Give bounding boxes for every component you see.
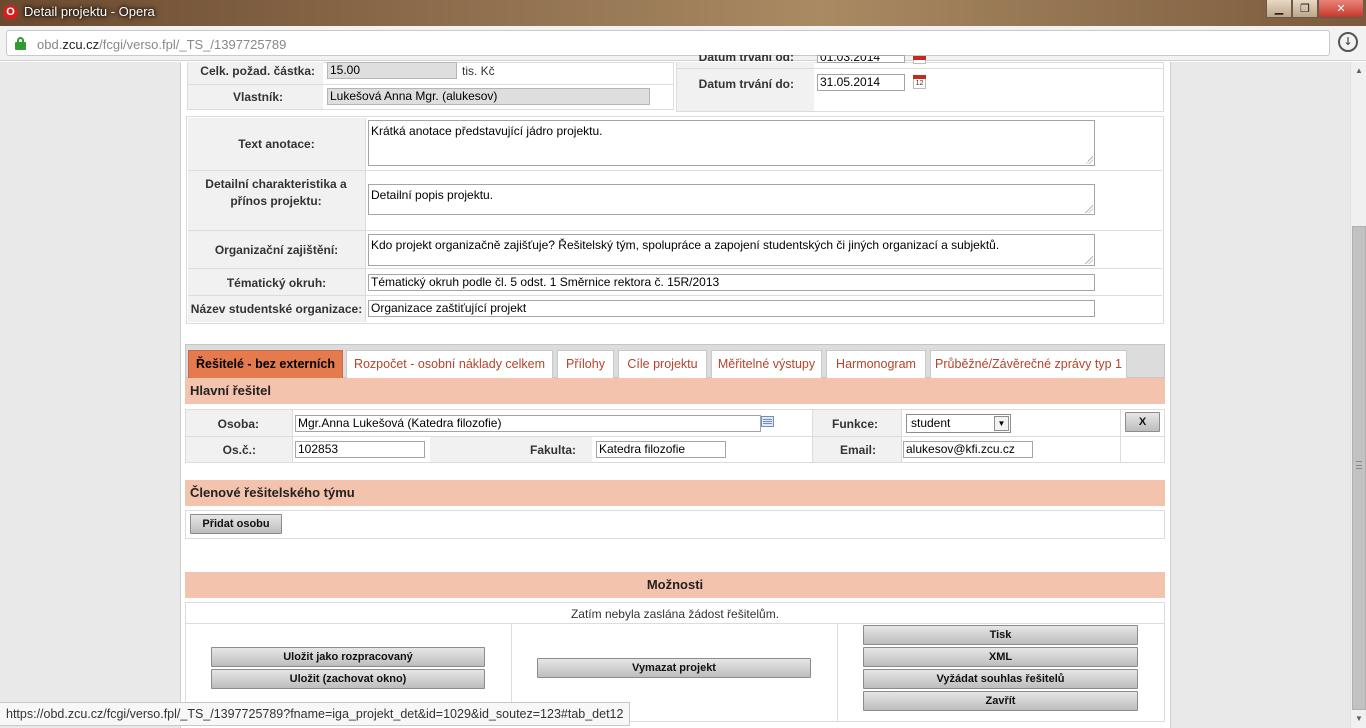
id-label: Os.č.: — [222, 443, 256, 457]
org-label: Organizační zajištění: — [214, 243, 339, 257]
detail-textarea[interactable]: Detailní popis projektu. — [368, 184, 1095, 215]
person-label: Osoba: — [217, 417, 259, 431]
vertical-scrollbar[interactable]: ▲ ▼ — [1350, 62, 1366, 728]
window-controls: ▁ ❐ ✕ — [1266, 0, 1364, 20]
owner-label: Vlastník: — [232, 90, 283, 104]
team-panel — [185, 510, 1165, 539]
save-keep-button[interactable]: Uložit (zachovat okno) — [211, 669, 485, 689]
person-field[interactable]: Mgr.Anna Lukešová (Katedra filozofie) — [295, 415, 761, 432]
student-org-label: Název studentské organizace: — [190, 302, 363, 316]
xml-button[interactable]: XML — [863, 647, 1138, 667]
function-select[interactable]: student ▼ — [906, 414, 1011, 433]
amount-unit: tis. Kč — [462, 64, 495, 78]
function-label: Funkce: — [831, 417, 878, 431]
faculty-field[interactable]: Katedra filozofie — [596, 441, 726, 458]
close-button[interactable]: Zavřít — [863, 691, 1138, 711]
status-bar-url: https://obd.zcu.cz/fcgi/verso.fpl/_TS_/1… — [0, 702, 631, 726]
window-titlebar: O Detail projektu - Opera ▁ ❐ ✕ — [0, 0, 1366, 26]
email-label: Email: — [839, 443, 876, 457]
delete-project-button[interactable]: Vymazat projekt — [537, 658, 811, 678]
person-lookup-icon[interactable] — [761, 416, 774, 427]
detail-label: Detailní charakteristika a přínos projek… — [205, 177, 347, 208]
main-researcher-heading: Hlavní řešitel — [185, 378, 1165, 404]
annotation-textarea[interactable]: Krátká anotace představující jádro proje… — [368, 120, 1095, 166]
request-notice: Zatím nebyla zaslána žádost řešitelům. — [570, 607, 780, 621]
tab-reports[interactable]: Průběžné/Závěrečné zprávy typ 1 — [930, 350, 1127, 379]
lock-icon[interactable] — [15, 37, 26, 50]
remove-researcher-button[interactable]: X — [1125, 412, 1160, 432]
owner-field[interactable]: Lukešová Anna Mgr. (alukesov) — [327, 88, 650, 105]
student-org-field[interactable]: Organizace zaštiťující projekt — [368, 300, 1095, 317]
scroll-up-icon[interactable]: ▲ — [1351, 64, 1366, 78]
tab-goals[interactable]: Cíle projektu — [618, 350, 707, 379]
date-to-label: Datum trvání do: — [698, 77, 794, 91]
team-heading: Členové řešitelského týmu — [185, 480, 1165, 506]
amount-field[interactable]: 15.00 — [327, 62, 457, 79]
print-button[interactable]: Tisk — [863, 625, 1138, 645]
options-heading: Možnosti — [185, 572, 1165, 598]
annotation-label: Text anotace: — [238, 137, 315, 151]
date-to-calendar-icon[interactable]: 12 — [913, 75, 926, 89]
scroll-down-icon[interactable]: ▼ — [1351, 712, 1366, 726]
tab-schedule[interactable]: Harmonogram — [826, 350, 926, 379]
tab-outputs[interactable]: Měřitelné výstupy — [711, 350, 822, 379]
id-field[interactable]: 102853 — [295, 441, 425, 458]
email-field[interactable]: alukesov@kfi.zcu.cz — [903, 441, 1033, 458]
minimize-button[interactable]: ▁ — [1266, 0, 1292, 18]
window-title: Detail projektu - Opera — [24, 4, 155, 19]
date-from-label: Datum trvání od: — [698, 55, 794, 63]
chevron-down-icon[interactable]: ▼ — [994, 416, 1009, 431]
maximize-button[interactable]: ❐ — [1292, 0, 1318, 18]
tab-attachments[interactable]: Přílohy — [557, 350, 614, 379]
org-textarea[interactable]: Kdo projekt organizačně zajišťuje? Řešit… — [368, 234, 1095, 266]
amount-label: Celk. požad. částka: — [200, 64, 315, 78]
download-icon[interactable]: ↓ — [1338, 32, 1358, 52]
scrollbar-thumb[interactable] — [1352, 226, 1366, 710]
url-text[interactable]: obd.zcu.cz/fcgi/verso.fpl/_TS_/139772578… — [37, 37, 286, 52]
add-person-button[interactable]: Přidat osobu — [190, 514, 282, 534]
topic-field[interactable]: Tématický okruh podle čl. 5 odst. 1 Směr… — [368, 274, 1095, 291]
request-consent-button[interactable]: Vyžádat souhlas řešitelů — [863, 669, 1138, 689]
url-field[interactable]: obd.zcu.cz/fcgi/verso.fpl/_TS_/139772578… — [6, 30, 1330, 56]
tab-researchers[interactable]: Řešitelé - bez externích — [188, 350, 343, 379]
close-window-button[interactable]: ✕ — [1318, 0, 1364, 18]
topic-label: Tématický okruh: — [226, 276, 327, 290]
date-from-field[interactable]: 01.03.2014 — [817, 55, 905, 63]
save-draft-button[interactable]: Uložit jako rozpracovaný — [211, 647, 485, 667]
date-from-calendar-icon[interactable] — [913, 56, 926, 64]
date-to-field[interactable]: 31.05.2014 — [817, 74, 905, 91]
opera-logo-icon: O — [3, 5, 18, 20]
tab-budget[interactable]: Rozpočet - osobní náklady celkem — [346, 350, 553, 379]
faculty-label: Fakulta: — [529, 443, 576, 457]
